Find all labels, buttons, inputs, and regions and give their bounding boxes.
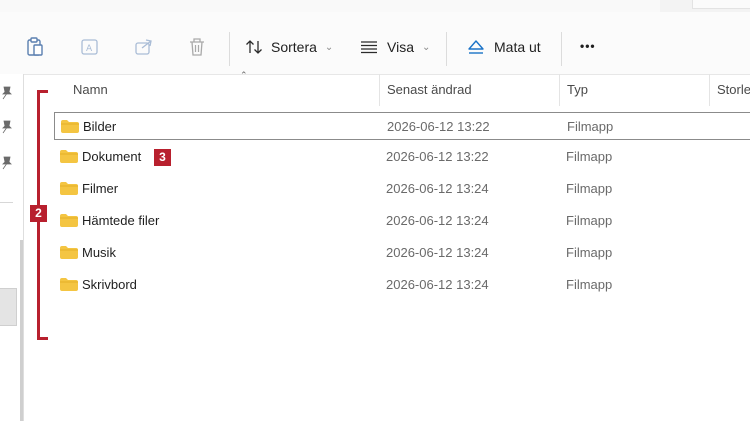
command-bar: A Sortera ⌄ Visa ⌄ Mata ut •••: [0, 12, 750, 75]
rename-button[interactable]: A: [80, 37, 100, 57]
toolbar-separator: [446, 32, 447, 66]
sort-button[interactable]: Sortera ⌄: [245, 39, 333, 55]
file-row-filmer[interactable]: Filmer 2026-06-12 13:24 Filmapp: [54, 174, 750, 204]
svg-text:A: A: [86, 44, 93, 54]
sort-icon: [246, 40, 262, 54]
trash-icon: [190, 38, 204, 56]
clipboard-icon: [27, 37, 43, 56]
column-divider[interactable]: [709, 74, 710, 106]
nav-scrollbar[interactable]: [20, 240, 23, 421]
view-label: Visa: [387, 39, 414, 55]
title-strip: [0, 0, 750, 13]
eject-label: Mata ut: [494, 39, 541, 55]
file-modified: 2026-06-12 13:24: [386, 277, 489, 292]
search-area: [692, 0, 750, 9]
file-type: Filmapp: [567, 119, 614, 134]
paste-button[interactable]: [26, 37, 44, 57]
folder-icon: [60, 214, 78, 227]
delete-button[interactable]: [188, 37, 206, 57]
column-name[interactable]: Namn: [73, 74, 108, 106]
toolbar-separator: [229, 32, 230, 66]
share-button[interactable]: [134, 37, 154, 57]
view-button[interactable]: Visa ⌄: [360, 39, 430, 55]
column-type[interactable]: Typ: [567, 74, 588, 106]
file-name: Skrivbord: [82, 277, 137, 292]
folder-icon: [60, 278, 78, 291]
column-modified[interactable]: Senast ändrad: [387, 74, 472, 106]
chevron-down-icon: ⌄: [324, 41, 334, 53]
more-options-icon: •••: [580, 39, 596, 53]
file-type: Filmapp: [566, 277, 613, 292]
file-type: Filmapp: [566, 149, 613, 164]
file-name: Dokument: [82, 149, 142, 164]
file-type: Filmapp: [566, 213, 613, 228]
folder-icon: [60, 150, 78, 163]
file-modified: 2026-06-12 13:24: [386, 213, 489, 228]
pin-icon: [2, 120, 12, 134]
column-divider[interactable]: [379, 74, 380, 106]
file-row-hamtade-filer[interactable]: Hämtede filer 2026-06-12 13:24 Filmapp: [54, 206, 750, 236]
file-modified: 2026-06-12 13:22: [386, 149, 489, 164]
file-row-skrivbord[interactable]: Skrivbord 2026-06-12 13:24 Filmapp: [54, 270, 750, 300]
nav-divider: [0, 202, 13, 203]
pin-icon: [2, 156, 12, 170]
column-header: ⌃ Namn Senast ändrad Typ Storle: [24, 70, 750, 106]
more-options-button[interactable]: •••: [580, 39, 596, 53]
sort-ascending-icon: ⌃: [240, 70, 248, 80]
sort-label: Sortera: [271, 39, 317, 55]
eject-icon: [468, 40, 484, 54]
list-view-icon: [361, 41, 377, 54]
annotation-badge-3: 3: [154, 149, 171, 166]
file-name: Hämtede filer: [82, 213, 160, 228]
file-type: Filmapp: [566, 245, 613, 260]
file-modified: 2026-06-12 13:24: [386, 181, 489, 196]
folder-icon: [60, 246, 78, 259]
column-divider[interactable]: [559, 74, 560, 106]
nav-selected-item[interactable]: [0, 288, 17, 326]
rename-icon: A: [81, 39, 98, 55]
file-name: Musik: [82, 245, 116, 260]
annotation-badge-2: 2: [30, 205, 47, 222]
file-type: Filmapp: [566, 181, 613, 196]
file-modified: 2026-06-12 13:24: [386, 245, 489, 260]
file-row-bilder[interactable]: Bilder 2026-06-12 13:22 Filmapp: [54, 112, 750, 140]
toolbar-separator: [561, 32, 562, 66]
share-icon: [135, 39, 152, 55]
file-modified: 2026-06-12 13:22: [387, 119, 490, 134]
navigation-pane: [0, 74, 24, 421]
folder-icon: [60, 182, 78, 195]
folder-icon: [61, 120, 79, 133]
file-name: Filmer: [82, 181, 119, 196]
file-name: Bilder: [83, 119, 117, 134]
pin-icon: [2, 86, 12, 100]
chevron-down-icon: ⌄: [421, 41, 431, 53]
file-row-musik[interactable]: Musik 2026-06-12 13:24 Filmapp: [54, 238, 750, 268]
eject-button[interactable]: Mata ut: [467, 39, 541, 55]
column-size[interactable]: Storle: [717, 74, 750, 106]
